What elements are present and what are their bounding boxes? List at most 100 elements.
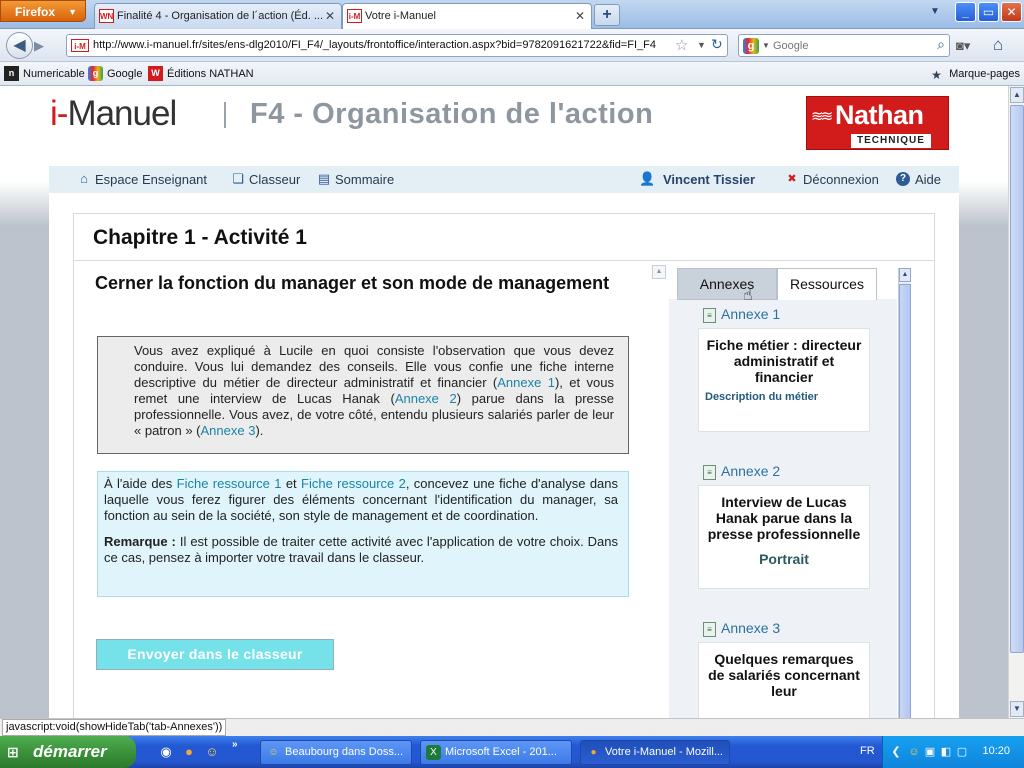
annexe-1-card[interactable]: Fiche métier : directeur administratif e… bbox=[698, 328, 870, 432]
nav-label: Espace Enseignant bbox=[95, 172, 208, 187]
show-desktop-icon[interactable]: ◉ bbox=[158, 744, 174, 760]
forward-button[interactable]: ▶ bbox=[34, 37, 54, 55]
network-tray-icon[interactable]: ▣ bbox=[923, 745, 937, 759]
page-scroll-down-button[interactable]: ▼ bbox=[1010, 701, 1024, 717]
browser-tab-finalite[interactable]: WN Finalité 4 - Organisation de l´action… bbox=[94, 3, 342, 29]
chapter-header: Chapitre 1 - Activité 1 bbox=[73, 213, 935, 261]
home-icon[interactable]: ⌂ bbox=[993, 35, 1003, 55]
link-annexe-3[interactable]: Annexe 3 bbox=[201, 423, 256, 438]
nav-label: Sommaire bbox=[335, 172, 395, 187]
browser-status-bar: javascript:void(showHideTab('tab-Annexes… bbox=[0, 718, 1024, 736]
tray-arrow-icon[interactable]: ❮ bbox=[889, 745, 903, 759]
bookmarks-toolbar: n Numericable g Google W Éditions NATHAN… bbox=[0, 62, 1024, 86]
annexe-3-link[interactable]: ≡ Annexe 3 bbox=[703, 620, 780, 637]
tab-title: Finalité 4 - Organisation de l´action (É… bbox=[117, 10, 324, 22]
instructions-text: et bbox=[281, 476, 302, 491]
tab-annexes[interactable]: Annexes bbox=[677, 268, 777, 300]
language-indicator[interactable]: FR bbox=[860, 745, 875, 757]
panel-scroll-thumb[interactable] bbox=[899, 284, 911, 718]
nathan-logo[interactable]: ≋≋ Nathan TECHNIQUE bbox=[806, 96, 949, 150]
tab-ressources[interactable]: Ressources bbox=[777, 268, 877, 300]
search-input[interactable] bbox=[773, 37, 923, 54]
link-fiche-ressource-1[interactable]: Fiche ressource 1 bbox=[177, 476, 282, 491]
link-fiche-ressource-2[interactable]: Fiche ressource 2 bbox=[301, 476, 406, 491]
annexe-2-link[interactable]: ≡ Annexe 2 bbox=[703, 463, 780, 480]
document-icon: ≡ bbox=[703, 308, 716, 323]
annexe-3-card[interactable]: Quelques remarques de salariés concernan… bbox=[698, 642, 870, 718]
instructions-box: À l'aide des Fiche ressource 1 et Fiche … bbox=[97, 471, 629, 597]
nathan-brand-text: Nathan bbox=[835, 100, 924, 130]
page-scroll-up-button[interactable]: ▲ bbox=[1010, 87, 1024, 103]
panel-scrollbar[interactable]: ▲ bbox=[898, 268, 911, 718]
task-label: Microsoft Excel - 201... bbox=[445, 746, 557, 758]
back-button[interactable]: ◀ bbox=[6, 32, 33, 59]
logout-x-icon: ✖ bbox=[787, 173, 797, 185]
new-tab-button[interactable]: + bbox=[594, 4, 620, 26]
annexe-2-card[interactable]: Interview de Lucas Hanak parue dans la p… bbox=[698, 485, 870, 589]
browser-tab-imanuel[interactable]: i-M Votre i-Manuel ✕ bbox=[342, 3, 592, 30]
instructions-paragraph: À l'aide des Fiche ressource 1 et Fiche … bbox=[104, 476, 618, 524]
url-bar[interactable]: i-M ☆ ▼ ↻ bbox=[66, 34, 728, 57]
search-icon[interactable]: ⌕ bbox=[937, 36, 945, 53]
page-scroll-thumb[interactable] bbox=[1010, 105, 1024, 653]
content-scroll-up-button[interactable]: ▲ bbox=[652, 265, 666, 279]
task-label: Votre i-Manuel - Mozill... bbox=[605, 746, 723, 758]
close-tab-icon[interactable]: ✕ bbox=[325, 4, 335, 28]
maximize-button[interactable]: ▭ bbox=[978, 2, 999, 22]
task-firefox-imanuel[interactable]: ● Votre i-Manuel - Mozill... bbox=[580, 740, 730, 765]
bookmark-google[interactable]: g Google bbox=[88, 66, 142, 82]
messenger-quicklaunch-icon[interactable]: ☺ bbox=[204, 744, 220, 760]
page-scrollbar[interactable]: ▲ ▼ bbox=[1008, 86, 1024, 718]
bookmarks-menu[interactable]: ★ Marque-pages bbox=[931, 66, 1020, 82]
start-button[interactable]: ⊞ démarrer bbox=[0, 736, 136, 768]
url-input[interactable] bbox=[93, 35, 673, 56]
task-label: Beaubourg dans Doss... bbox=[285, 746, 404, 758]
site-identity-icon[interactable]: i-M bbox=[71, 39, 89, 52]
security-tray-icon[interactable]: ▢ bbox=[955, 745, 969, 759]
search-engine-dropdown-icon[interactable]: ▼ bbox=[762, 41, 770, 50]
task-beaubourg[interactable]: ☺ Beaubourg dans Doss... bbox=[260, 740, 412, 765]
bookmark-numericable[interactable]: n Numericable bbox=[4, 66, 85, 82]
reload-icon[interactable]: ↻ bbox=[711, 36, 723, 53]
nathan-sub-text: TECHNIQUE bbox=[851, 134, 931, 148]
bookmark-label: Numericable bbox=[23, 68, 85, 80]
firefox-icon: ● bbox=[590, 747, 597, 758]
url-history-dropdown-icon[interactable]: ▼ bbox=[697, 40, 706, 50]
start-label: démarrer bbox=[33, 742, 107, 761]
nav-sommaire[interactable]: ▤ Sommaire bbox=[316, 171, 394, 188]
tab-list-icon[interactable]: ▼ bbox=[930, 6, 940, 17]
nav-user[interactable]: 👤 Vincent Tissier bbox=[639, 171, 755, 188]
volume-tray-icon[interactable]: ◧ bbox=[939, 745, 953, 759]
bookmark-editions-nathan[interactable]: W Éditions NATHAN bbox=[148, 66, 254, 82]
excel-icon: X bbox=[426, 745, 441, 760]
imanuel-logo[interactable]: i-Manuel bbox=[50, 94, 177, 134]
messenger-icon: ☺ bbox=[268, 747, 279, 758]
panel-scroll-up-button[interactable]: ▲ bbox=[899, 268, 911, 282]
nathan-favicon-icon: W bbox=[148, 66, 163, 81]
messenger-tray-icon[interactable]: ☺ bbox=[907, 745, 921, 759]
nav-classeur[interactable]: ❏ Classeur bbox=[230, 171, 300, 188]
link-annexe-2[interactable]: Annexe 2 bbox=[395, 391, 457, 406]
minimize-button[interactable]: _ bbox=[955, 2, 976, 22]
nav-espace-enseignant[interactable]: ⌂ Espace Enseignant bbox=[76, 171, 207, 188]
nav-aide[interactable]: ? Aide bbox=[896, 171, 941, 188]
send-to-binder-button[interactable]: Envoyer dans le classeur bbox=[96, 639, 334, 670]
task-excel[interactable]: X Microsoft Excel - 201... bbox=[420, 740, 572, 765]
google-engine-icon[interactable]: g bbox=[743, 38, 759, 54]
bookmark-star-icon[interactable]: ☆ bbox=[675, 36, 688, 54]
close-tab-icon[interactable]: ✕ bbox=[575, 4, 585, 28]
annexes-panel: Annexes Ressources ☝ ≡ Annexe 1 Fiche mé… bbox=[669, 261, 911, 718]
close-window-button[interactable]: ✕ bbox=[1001, 2, 1022, 22]
search-bar[interactable]: g ▼ ⌕ bbox=[738, 34, 950, 57]
nathan-wave-icon: ≋≋ bbox=[811, 108, 833, 125]
quicklaunch-more-icon[interactable]: » bbox=[232, 739, 238, 750]
annexe-1-link[interactable]: ≡ Annexe 1 bbox=[703, 306, 780, 323]
nav-deconnexion[interactable]: ✖ Déconnexion bbox=[784, 171, 879, 188]
link-annexe-1[interactable]: Annexe 1 bbox=[497, 375, 555, 390]
document-icon: ≡ bbox=[703, 622, 716, 637]
firefox-quicklaunch-icon[interactable]: ● bbox=[181, 744, 197, 760]
hand-cursor-icon: ☝ bbox=[743, 287, 753, 304]
firefox-menu-button[interactable]: Firefox ▼ bbox=[0, 0, 86, 22]
status-link-text: javascript:void(showHideTab('tab-Annexes… bbox=[2, 719, 227, 736]
camera-icon[interactable]: ◙▾ bbox=[956, 38, 970, 54]
